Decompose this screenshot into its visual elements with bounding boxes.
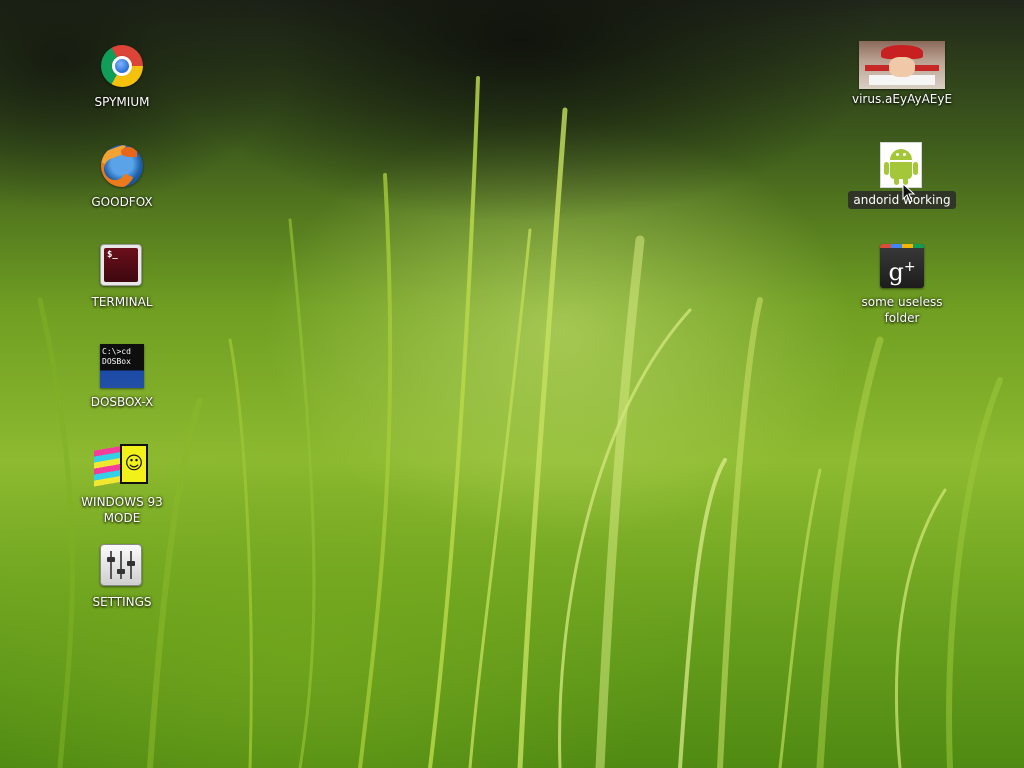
desktop-icon-goodfox[interactable]: GOODFOX <box>72 144 172 210</box>
windows93-icon: ☺ <box>94 444 150 488</box>
smiley-glyph: ☺ <box>120 444 148 484</box>
desktop-icon-windows93[interactable]: ☺ WINDOWS 93 MODE <box>72 444 172 526</box>
dosbox-icon: C:\>cd DOSBox <box>100 344 144 388</box>
settings-sliders-icon <box>100 544 144 588</box>
virus-image-thumbnail-icon <box>859 41 945 89</box>
icon-label: WINDOWS 93 MODE <box>81 495 163 525</box>
terminal-prompt-glyph: $_ <box>104 248 138 282</box>
dosbox-line1: C:\>cd <box>102 347 131 356</box>
icon-label: TERMINAL <box>91 295 153 309</box>
terminal-icon: $_ <box>100 244 144 288</box>
desktop-icon-dosbox[interactable]: C:\>cd DOSBox DOSBOX-X <box>72 344 172 410</box>
gplus-plus-glyph: + <box>903 259 916 275</box>
icon-label: DOSBOX-X <box>90 395 154 409</box>
firefox-icon <box>100 144 144 188</box>
icon-label: GOODFOX <box>91 195 153 209</box>
gplus-glyph: g <box>888 258 904 286</box>
icon-label: some useless folder <box>861 295 943 325</box>
icon-label: SETTINGS <box>92 595 152 609</box>
google-plus-icon: g+ <box>880 244 924 288</box>
chrome-icon <box>100 44 144 88</box>
desktop-icon-terminal[interactable]: $_ TERMINAL <box>72 244 172 310</box>
desktop-background[interactable]: SPYMIUM GOODFOX $_ TERMINAL C:\>cd DOSBo… <box>0 0 1024 768</box>
dosbox-line2: DOSBox <box>102 357 131 366</box>
desktop-icon-gplus-folder[interactable]: g+ some useless folder <box>852 244 952 326</box>
mouse-pointer-icon <box>902 183 916 203</box>
desktop-icon-spymium[interactable]: SPYMIUM <box>72 44 172 110</box>
icon-label: virus.aEyAyAEyE <box>852 92 953 106</box>
icon-label: SPYMIUM <box>94 95 150 109</box>
android-icon <box>880 142 924 188</box>
desktop-icon-virus[interactable]: virus.aEyAyAEyE <box>852 41 952 107</box>
desktop-icon-settings[interactable]: SETTINGS <box>72 544 172 610</box>
